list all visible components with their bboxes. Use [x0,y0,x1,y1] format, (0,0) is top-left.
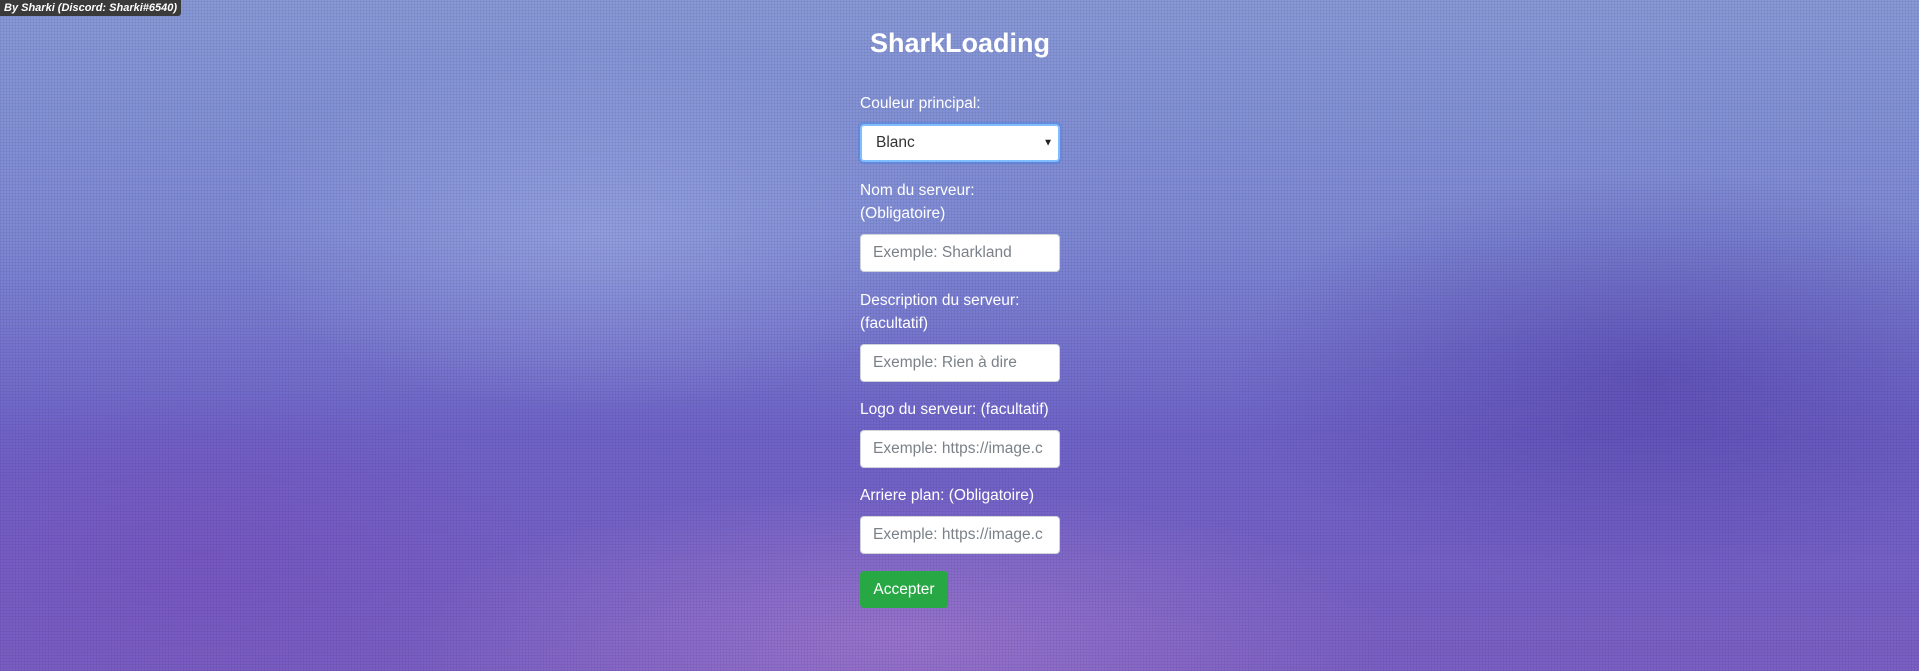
server-logo-input[interactable] [860,430,1060,468]
page-title: SharkLoading [869,28,1051,58]
server-logo-label: Logo du serveur: (facultatif) [860,401,1049,418]
background-label: Arriere plan: (Obligatoire) [860,487,1035,504]
server-description-optional-note: (facultatif) [860,315,929,332]
credit-badge: By Sharki (Discord: Sharki#6540) [0,0,182,16]
accept-button[interactable]: Accepter [860,571,948,608]
server-name-required-note: (Obligatoire) [860,205,946,222]
main-color-selected-value: Blanc [876,134,915,151]
main-color-label: Couleur principal: [860,95,981,112]
caret-down-icon: ▼ [1043,137,1053,149]
main-color-select[interactable]: Blanc ▼ [860,124,1060,162]
server-description-input[interactable] [860,344,1060,382]
server-name-input[interactable] [860,234,1060,272]
background-input[interactable] [860,516,1060,554]
